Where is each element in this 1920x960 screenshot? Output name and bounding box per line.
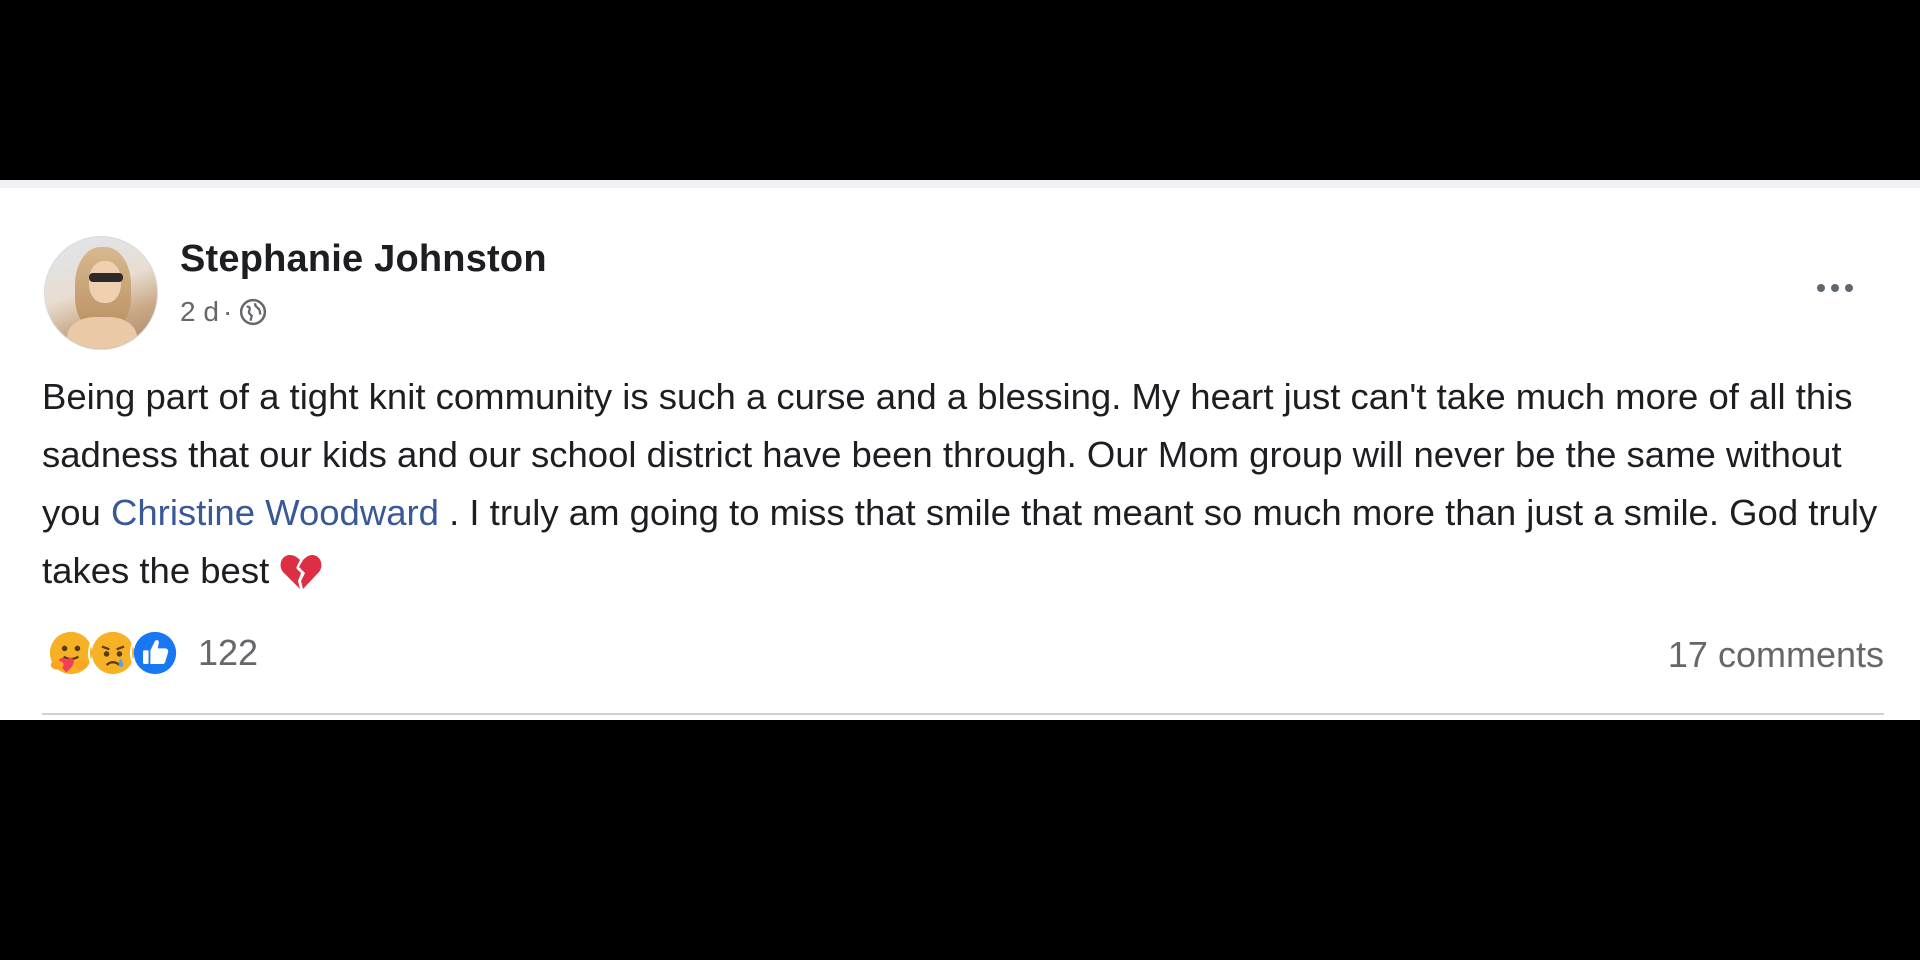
meta-separator: · bbox=[222, 296, 233, 327]
author-name[interactable]: Stephanie Johnston bbox=[180, 238, 547, 281]
divider bbox=[42, 713, 1884, 715]
mention-link[interactable]: Christine Woodward bbox=[111, 492, 439, 533]
more-dot bbox=[1817, 284, 1825, 292]
reaction-count[interactable]: 122 bbox=[198, 632, 258, 674]
broken-heart-icon bbox=[279, 550, 323, 590]
post-body: Being part of a tight knit community is … bbox=[42, 368, 1892, 600]
more-options-icon[interactable] bbox=[1800, 268, 1870, 308]
facebook-post: Stephanie Johnston 2 d · Being part of a… bbox=[0, 180, 1920, 720]
reactions-summary[interactable]: 122 bbox=[46, 628, 258, 678]
avatar[interactable] bbox=[44, 236, 158, 350]
avatar-sunglasses bbox=[89, 273, 123, 282]
screenshot-frame: Stephanie Johnston 2 d · Being part of a… bbox=[0, 0, 1920, 960]
post-time[interactable]: 2 d bbox=[180, 296, 219, 328]
comments-count-link[interactable]: 17 comments bbox=[1668, 634, 1884, 676]
avatar-body bbox=[67, 317, 137, 349]
avatar-face bbox=[89, 261, 121, 303]
more-dot bbox=[1831, 284, 1839, 292]
more-dot bbox=[1845, 284, 1853, 292]
like-reaction-icon bbox=[130, 628, 180, 678]
post-meta: 2 d · bbox=[180, 296, 268, 328]
globe-icon[interactable] bbox=[238, 297, 268, 327]
